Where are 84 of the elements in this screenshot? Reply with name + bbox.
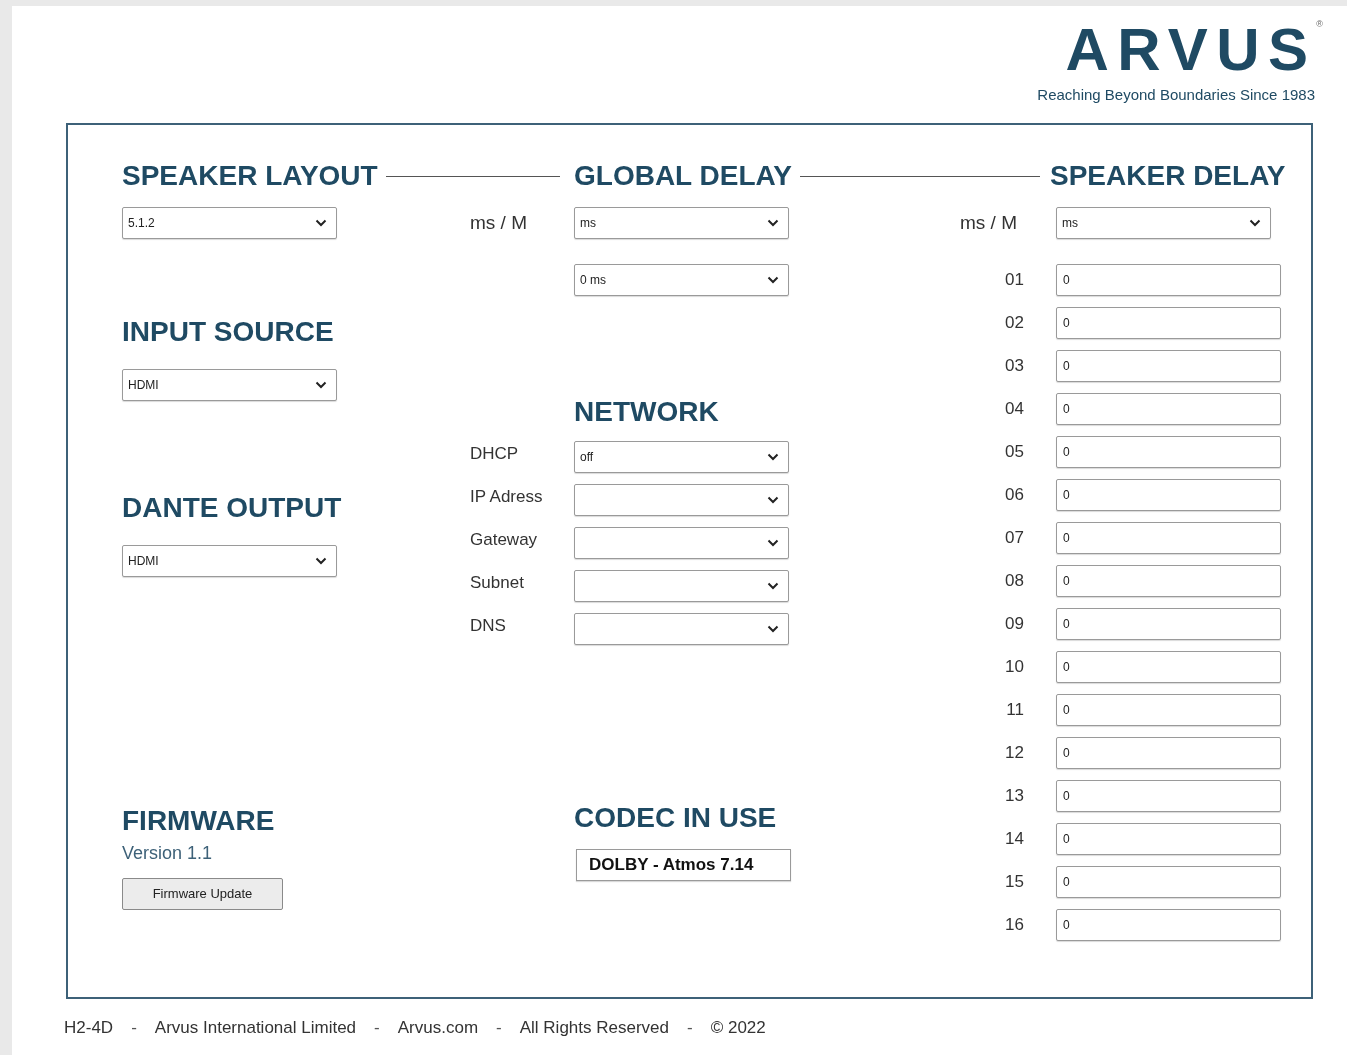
delay-input[interactable]: 0	[1056, 651, 1281, 683]
footer-text: All Rights Reserved	[519, 1017, 669, 1039]
delay-input[interactable]: 0	[1056, 694, 1281, 726]
field-label: 15	[1005, 871, 1024, 894]
field-label: 16	[1005, 914, 1024, 937]
footer-separator: -	[687, 1017, 693, 1039]
codec-display: DOLBY - Atmos 7.14	[576, 849, 791, 881]
footer-text: Arvus.com	[397, 1017, 479, 1039]
select-field[interactable]	[574, 527, 789, 559]
field-label: ms / M	[470, 211, 527, 233]
section-heading: GLOBAL DELAY	[574, 159, 792, 193]
section-heading: NETWORK	[574, 395, 720, 429]
field-label: 05	[1005, 441, 1024, 464]
field-label: Subnet	[470, 573, 524, 593]
select-field[interactable]: off	[574, 441, 789, 473]
delay-input[interactable]: 0	[1056, 436, 1281, 468]
delay-input[interactable]: 0	[1056, 608, 1281, 640]
field-label: 09	[1005, 613, 1024, 636]
footer-text: Arvus International Limited	[154, 1017, 357, 1039]
select-field[interactable]: HDMI	[122, 369, 337, 401]
delay-input[interactable]: 0	[1056, 479, 1281, 511]
footer-separator: -	[374, 1017, 380, 1039]
chevron-down-icon	[315, 381, 327, 389]
field-label: 01	[1005, 269, 1024, 292]
chevron-down-icon	[767, 453, 779, 461]
select-field[interactable]: ms	[1056, 207, 1271, 239]
delay-input[interactable]: 0	[1056, 307, 1281, 339]
select-field[interactable]	[574, 613, 789, 645]
logo-wordmark: ARVUS	[1065, 18, 1317, 82]
field-label: 12	[1005, 742, 1024, 765]
field-label: 03	[1005, 355, 1024, 378]
chevron-down-icon	[767, 625, 779, 633]
delay-input[interactable]: 0	[1056, 780, 1281, 812]
firmware-version: Version 1.1	[122, 842, 214, 865]
delay-input[interactable]: 0	[1056, 393, 1281, 425]
chevron-down-icon	[315, 219, 327, 227]
firmware-update-button[interactable]: Firmware Update	[122, 878, 283, 910]
select-field[interactable]: 0 ms	[574, 264, 789, 296]
field-label: IP Adress	[470, 487, 543, 507]
field-label: 07	[1005, 527, 1024, 550]
delay-input[interactable]: 0	[1056, 823, 1281, 855]
field-label: 02	[1005, 312, 1024, 335]
chevron-down-icon	[767, 582, 779, 590]
section-heading: SPEAKER LAYOUT	[122, 159, 378, 193]
select-field[interactable]: ms	[574, 207, 789, 239]
chevron-down-icon	[767, 539, 779, 547]
chevron-down-icon	[767, 276, 779, 284]
delay-input[interactable]: 0	[1056, 264, 1281, 296]
chevron-down-icon	[767, 496, 779, 504]
field-label: 06	[1005, 484, 1024, 507]
field-label: Gateway	[470, 530, 538, 550]
registered-mark: ®	[1316, 18, 1323, 31]
section-heading: INPUT SOURCE	[122, 315, 335, 349]
footer-separator: -	[131, 1017, 137, 1039]
section-heading: FIRMWARE	[122, 804, 276, 838]
footer-separator: -	[496, 1017, 502, 1039]
footer-text: © 2022	[710, 1017, 766, 1039]
chevron-down-icon	[767, 219, 779, 227]
section-heading: DANTE OUTPUT	[122, 491, 343, 525]
field-label: DHCP	[470, 444, 519, 464]
select-field[interactable]	[574, 484, 789, 516]
footer-text: H2-4D	[64, 1017, 114, 1039]
field-label: 13	[1005, 785, 1024, 808]
chevron-down-icon	[315, 557, 327, 565]
field-label: 08	[1005, 570, 1024, 593]
chevron-down-icon	[1249, 219, 1261, 227]
field-label: 11	[1006, 699, 1024, 722]
select-field[interactable]	[574, 570, 789, 602]
field-label: 14	[1005, 828, 1024, 851]
field-label: ms / M	[960, 211, 1017, 233]
delay-input[interactable]: 0	[1056, 350, 1281, 382]
field-label: DNS	[470, 616, 506, 636]
delay-input[interactable]: 0	[1056, 866, 1281, 898]
field-label: 04	[1005, 398, 1024, 421]
logo-tagline: Reaching Beyond Boundaries Since 1983	[1037, 85, 1315, 105]
section-heading: SPEAKER DELAY	[1050, 159, 1286, 193]
field-label: 10	[1005, 656, 1024, 679]
select-field[interactable]: HDMI	[122, 545, 337, 577]
delay-input[interactable]: 0	[1056, 909, 1281, 941]
delay-input[interactable]: 0	[1056, 522, 1281, 554]
delay-input[interactable]: 0	[1056, 737, 1281, 769]
delay-input[interactable]: 0	[1056, 565, 1281, 597]
select-field[interactable]: 5.1.2	[122, 207, 337, 239]
section-heading: CODEC IN USE	[574, 801, 778, 835]
